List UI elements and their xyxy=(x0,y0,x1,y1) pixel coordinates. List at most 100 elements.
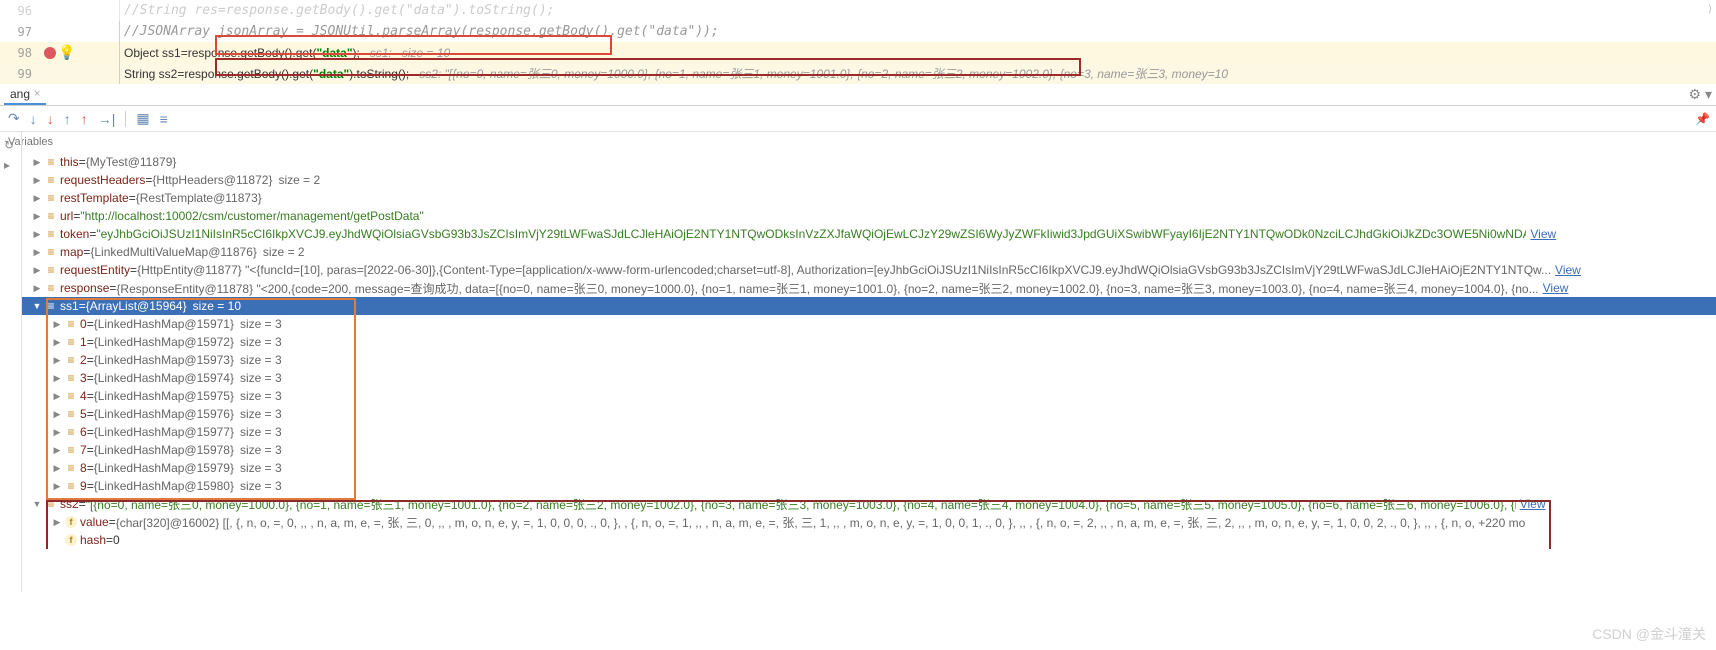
expand-icon[interactable]: ▸ xyxy=(4,158,17,172)
var-row[interactable]: ▶3 = {LinkedHashMap@15974}size = 3 xyxy=(22,369,1716,387)
object-icon xyxy=(64,335,78,349)
trace-icon[interactable]: ≡ xyxy=(160,111,168,127)
code-text: String ss2=response.getBody().get("data"… xyxy=(124,65,1228,82)
var-row[interactable]: ▶map = {LinkedMultiValueMap@11876}size =… xyxy=(22,243,1716,261)
chevron-right-icon[interactable]: ▶ xyxy=(50,463,64,474)
variables-panel[interactable]: ▶this = {MyTest@11879} ▶requestHeaders =… xyxy=(22,153,1716,549)
variables-header: Variables xyxy=(0,132,1716,153)
step-into-icon[interactable]: ↓ xyxy=(30,111,37,127)
var-row[interactable]: ▶restTemplate = {RestTemplate@11873} xyxy=(22,189,1716,207)
chevron-right-icon[interactable]: ▶ xyxy=(50,355,64,366)
line-number: 96 xyxy=(0,4,40,18)
run-to-cursor-icon[interactable]: →| xyxy=(98,111,116,127)
var-row[interactable]: ▶6 = {LinkedHashMap@15977}size = 3 xyxy=(22,423,1716,441)
force-step-into-icon[interactable]: ↓ xyxy=(47,111,54,127)
chevron-right-icon[interactable]: ▶ xyxy=(30,265,44,276)
object-icon xyxy=(64,425,78,439)
field-icon xyxy=(64,515,78,529)
evaluate-icon[interactable]: ▦ xyxy=(136,110,149,127)
var-row[interactable]: ▶1 = {LinkedHashMap@15972}size = 3 xyxy=(22,333,1716,351)
object-icon xyxy=(64,371,78,385)
chevron-down-icon[interactable]: ▼ xyxy=(30,301,44,311)
bulb-icon[interactable]: 💡 xyxy=(58,44,75,61)
object-icon xyxy=(44,155,58,169)
line-number: 99 xyxy=(0,67,40,81)
drop-frame-icon[interactable]: ↑ xyxy=(81,111,88,127)
line-number: 97 xyxy=(0,25,40,39)
object-icon xyxy=(64,317,78,331)
field-icon xyxy=(64,533,78,547)
chevron-right-icon[interactable]: ▶ xyxy=(50,391,64,402)
chevron-right-icon[interactable]: ▶ xyxy=(30,211,44,222)
object-icon xyxy=(44,245,58,259)
object-icon xyxy=(44,281,58,295)
var-row[interactable]: ▶9 = {LinkedHashMap@15980}size = 3 xyxy=(22,477,1716,495)
chevron-right-icon[interactable]: ▶ xyxy=(50,337,64,348)
object-icon xyxy=(44,209,58,223)
object-icon xyxy=(44,263,58,277)
object-icon xyxy=(64,389,78,403)
code-text: Object ss1=response.getBody().get("data"… xyxy=(124,46,450,60)
var-row[interactable]: ▶7 = {LinkedHashMap@15978}size = 3 xyxy=(22,441,1716,459)
var-row[interactable]: ▶5 = {LinkedHashMap@15976}size = 3 xyxy=(22,405,1716,423)
view-link[interactable]: View xyxy=(1555,263,1581,277)
view-link[interactable]: View xyxy=(1530,227,1556,241)
object-icon xyxy=(64,443,78,457)
tab-item[interactable]: ang × xyxy=(4,85,46,105)
var-row[interactable]: ▶url = "http://localhost:10002/csm/custo… xyxy=(22,207,1716,225)
close-icon[interactable]: × xyxy=(34,88,40,100)
step-over-icon[interactable]: ↷ xyxy=(8,110,20,127)
chevron-down-icon[interactable]: ▼ xyxy=(30,499,44,509)
debug-tabs: ang × ⚙ ▾ xyxy=(0,84,1716,106)
chevron-right-icon[interactable]: ▶ xyxy=(30,157,44,168)
chevron-right-icon[interactable]: ▶ xyxy=(50,373,64,384)
object-icon xyxy=(44,497,58,511)
line-number: 98 xyxy=(0,46,40,60)
var-row[interactable]: ▶response = {ResponseEntity@11878} "<200… xyxy=(22,279,1716,297)
chevron-right-icon[interactable]: ▶ xyxy=(50,481,64,492)
var-row[interactable]: ▶0 = {LinkedHashMap@15971}size = 3 xyxy=(22,315,1716,333)
code-editor[interactable]: 96 //String res=response.getBody().get("… xyxy=(0,0,1716,84)
chevron-right-icon[interactable]: ▶ xyxy=(50,319,64,330)
chevron-right-icon[interactable]: ▶ xyxy=(50,409,64,420)
chevron-right-icon[interactable]: ▶ xyxy=(50,427,64,438)
chevron-right-icon[interactable]: ▶ xyxy=(30,283,44,294)
breakpoint-icon[interactable] xyxy=(44,47,56,59)
object-icon xyxy=(44,227,58,241)
debug-toolbar: ↷ ↓ ↓ ↑ ↑ →| ▦ ≡ 📌 xyxy=(0,106,1716,132)
var-row[interactable]: ▼ss2 = "[{no=0, name=张三0, money=1000.0},… xyxy=(22,495,1716,513)
var-row[interactable]: ▶this = {MyTest@11879} xyxy=(22,153,1716,171)
object-icon xyxy=(64,479,78,493)
chevron-right-icon[interactable]: ▶ xyxy=(50,517,64,528)
object-icon xyxy=(64,407,78,421)
restore-icon[interactable]: ↻ xyxy=(4,138,17,152)
var-row[interactable]: ▶value = {char[320]@16002} [[, {, n, o, … xyxy=(22,513,1716,531)
chevron-right-icon[interactable]: ▶ xyxy=(30,247,44,258)
var-row[interactable]: ▶requestEntity = {HttpEntity@11877} "<{f… xyxy=(22,261,1716,279)
chevron-right-icon[interactable]: ▶ xyxy=(30,229,44,240)
object-icon xyxy=(44,173,58,187)
var-row[interactable]: ▶4 = {LinkedHashMap@15975}size = 3 xyxy=(22,387,1716,405)
view-link[interactable]: View xyxy=(1520,497,1546,511)
view-link[interactable]: View xyxy=(1543,281,1569,295)
pin-icon[interactable]: 📌 xyxy=(1695,112,1710,126)
code-text: //JSONArray jsonArray = JSONUtil.parseAr… xyxy=(124,24,719,39)
chevron-right-icon[interactable]: ▶ xyxy=(30,175,44,186)
object-icon xyxy=(64,353,78,367)
object-icon xyxy=(44,191,58,205)
var-row[interactable]: hash = 0 xyxy=(22,531,1716,549)
var-row[interactable]: ▶8 = {LinkedHashMap@15979}size = 3 xyxy=(22,459,1716,477)
step-out-icon[interactable]: ↑ xyxy=(64,111,71,127)
fold-icon[interactable]: ⟩ xyxy=(1708,4,1712,15)
var-row-selected[interactable]: ▼ss1 = {ArrayList@15964}size = 10 xyxy=(22,297,1716,315)
gear-icon[interactable]: ⚙ ▾ xyxy=(1689,86,1712,103)
left-gutter: ↻ ▸ xyxy=(0,132,22,592)
code-text: //String res=response.getBody().get("dat… xyxy=(124,3,554,18)
chevron-right-icon[interactable]: ▶ xyxy=(30,193,44,204)
object-icon xyxy=(44,299,58,313)
var-row[interactable]: ▶2 = {LinkedHashMap@15973}size = 3 xyxy=(22,351,1716,369)
chevron-right-icon[interactable]: ▶ xyxy=(50,445,64,456)
var-row[interactable]: ▶requestHeaders = {HttpHeaders@11872}siz… xyxy=(22,171,1716,189)
watermark: CSDN @金斗潼关 xyxy=(1592,624,1706,644)
var-row[interactable]: ▶token = "eyJhbGciOiJSUzI1NiIsInR5cCI6Ik… xyxy=(22,225,1716,243)
